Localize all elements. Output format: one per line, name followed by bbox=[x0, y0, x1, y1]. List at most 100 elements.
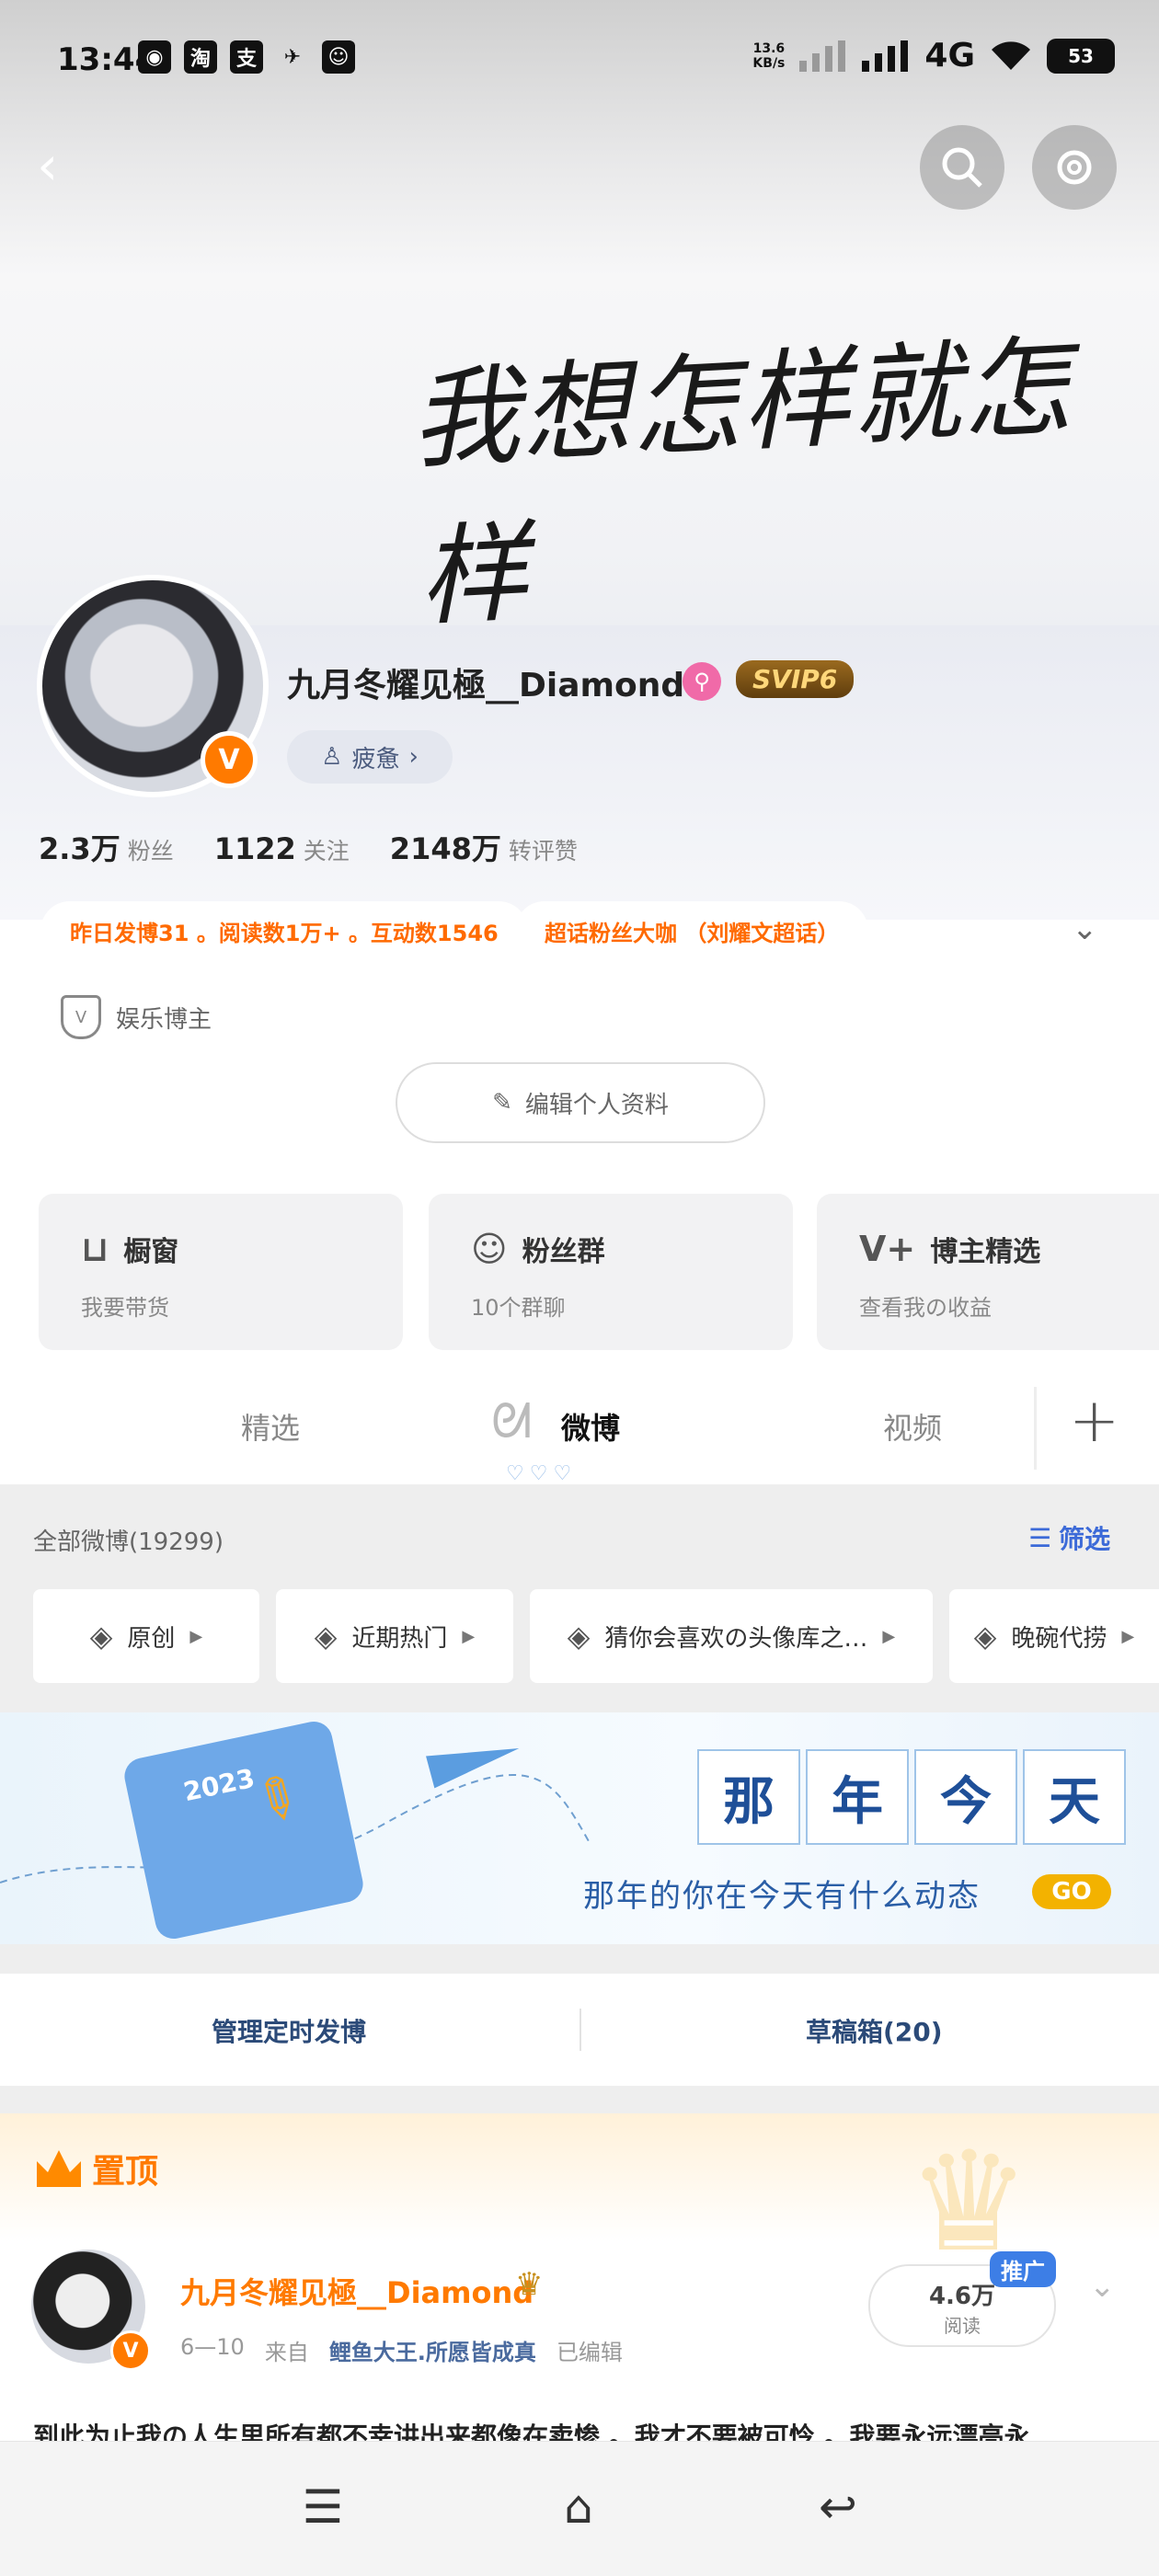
chip-label: 近期热门 bbox=[351, 1624, 448, 1653]
chip-label: 原创 bbox=[127, 1624, 176, 1653]
play-arrow-icon: ▶ bbox=[462, 1626, 476, 1646]
card-subtitle: 查看我の收益 bbox=[859, 1295, 992, 1321]
filter-chip-trending[interactable]: ◈ 近期热门 ▶ bbox=[276, 1589, 513, 1683]
search-button[interactable] bbox=[920, 125, 1004, 210]
chevron-down-icon[interactable]: ⌄ bbox=[1089, 2268, 1116, 2305]
status-bar: 13:44 ◉ 淘 支 ✈ ☺ 13.6 KB/s 4G 53 bbox=[0, 0, 1159, 129]
net-speed-value: 13.6 bbox=[752, 40, 786, 56]
chevron-down-icon[interactable]: ⌄ bbox=[1072, 910, 1098, 947]
notification-icons: ◉ 淘 支 ✈ ☺ bbox=[138, 40, 355, 74]
card-subtitle: 10个群聊 bbox=[471, 1295, 566, 1321]
edit-profile-label: 编辑个人资料 bbox=[524, 1091, 669, 1119]
showcase-card[interactable]: ⊔ 橱窗 我要带货 bbox=[39, 1194, 403, 1350]
tab-featured[interactable]: 精选 bbox=[241, 1405, 300, 1448]
layers-icon: ◈ bbox=[567, 1619, 591, 1654]
verified-badge: V bbox=[201, 731, 258, 788]
vip-crown-icon: ♛ bbox=[515, 2266, 544, 2303]
membership-icon[interactable]: ⚲ bbox=[683, 662, 721, 701]
stat-value: 1122 bbox=[213, 831, 296, 866]
svip-badge[interactable]: SVIP6 bbox=[736, 660, 855, 698]
settings-button[interactable] bbox=[1032, 125, 1117, 210]
net-speed-unit: KB/s bbox=[752, 55, 786, 71]
system-status: 13.6 KB/s 4G 53 bbox=[752, 37, 1115, 74]
card-title: 橱窗 bbox=[123, 1236, 179, 1268]
back-icon[interactable]: ↩ bbox=[806, 2475, 870, 2539]
chevron-right-icon: › bbox=[408, 743, 419, 771]
stat-interactions[interactable]: 2148万 转评赞 bbox=[390, 826, 578, 868]
profile-tabs: 精选 微博 ᘛ ♡ ♡ ♡ 视频 + bbox=[0, 1370, 1159, 1485]
play-arrow-icon: ▶ bbox=[189, 1626, 203, 1646]
go-button[interactable]: GO bbox=[1032, 1874, 1111, 1909]
stat-label: 转评赞 bbox=[508, 838, 578, 864]
superfan-tag[interactable]: 超话粉丝大咖 （刘耀文超话） bbox=[515, 901, 869, 960]
banner-title: 那 年 今 天 bbox=[697, 1749, 1126, 1845]
play-arrow-icon: ▶ bbox=[882, 1626, 896, 1646]
activity-tag[interactable]: 昨日发博31 。阅读数1万+ 。互动数1546 bbox=[40, 901, 528, 960]
weibo-notification-icon: ◉ bbox=[138, 40, 171, 74]
read-count-label: 阅读 bbox=[944, 2315, 981, 2337]
banner-title-char: 天 bbox=[1023, 1749, 1126, 1845]
scheduled-posts-button[interactable]: 管理定时发博 bbox=[212, 2012, 366, 2049]
post-from-label: 来自 bbox=[264, 2340, 309, 2365]
pinned-label-text: 置顶 bbox=[92, 2153, 159, 2191]
post-edited: 已编辑 bbox=[556, 2340, 623, 2365]
shield-icon: V bbox=[61, 995, 101, 1039]
filter-chip-avatar-collection[interactable]: ◈ 猜你会喜欢の头像库之… ▶ bbox=[530, 1589, 933, 1683]
mood-label: 疲惫 bbox=[351, 745, 400, 773]
stat-following[interactable]: 1122 关注 bbox=[214, 831, 350, 866]
edit-profile-button[interactable]: ✎ 编辑个人资料 bbox=[396, 1062, 765, 1143]
bird-notification-icon: ✈ bbox=[283, 45, 302, 69]
layers-icon: ◈ bbox=[973, 1619, 997, 1654]
home-icon[interactable]: ⌂ bbox=[546, 2475, 611, 2539]
layers-icon: ◈ bbox=[89, 1619, 113, 1654]
filter-button[interactable]: ☰ 筛选 bbox=[1028, 1519, 1110, 1556]
memories-banner[interactable]: 2023 ✎ 那 年 今 天 那年的你在今天有什么动态 GO bbox=[0, 1712, 1159, 1944]
chip-label: 晚碗代捞 bbox=[1011, 1624, 1107, 1653]
card-title: 粉丝群 bbox=[522, 1236, 605, 1268]
tab-weibo[interactable]: 微博 bbox=[561, 1405, 620, 1448]
wifi-icon bbox=[992, 40, 1030, 70]
taobao-notification-icon: 淘 bbox=[184, 40, 217, 74]
stat-followers[interactable]: 2.3万 粉丝 bbox=[39, 826, 174, 868]
pinned-post[interactable]: 置顶 ♛ V 九月冬耀见極__Diamond ♛ 6—10 来自 鲤鱼大王.所愿… bbox=[0, 2113, 1159, 2452]
bunny-icon: ᘛ bbox=[491, 1394, 533, 1449]
calendar-year: 2023 bbox=[180, 1762, 258, 1808]
search-icon bbox=[942, 147, 982, 188]
chip-label: 猜你会喜欢の头像库之… bbox=[604, 1624, 868, 1653]
blogger-picks-card[interactable]: V+ 博主精选 查看我の收益 bbox=[817, 1194, 1159, 1350]
gear-icon bbox=[1057, 150, 1092, 185]
blogger-category[interactable]: V 娱乐博主 bbox=[61, 995, 212, 1039]
all-posts-count: 全部微博(19299) bbox=[33, 1528, 224, 1556]
post-date: 6—10 bbox=[180, 2334, 245, 2360]
pencil-icon: ✎ bbox=[492, 1089, 512, 1116]
menu-icon[interactable]: ☰ bbox=[291, 2475, 355, 2539]
layers-icon: ◈ bbox=[314, 1619, 338, 1654]
filter-chip-pickup[interactable]: ◈ 晚碗代捞 ▶ bbox=[949, 1589, 1159, 1683]
signal-icon-2 bbox=[862, 40, 909, 72]
back-button[interactable]: ‹ bbox=[37, 138, 92, 193]
stat-value: 2148万 bbox=[389, 831, 501, 866]
banner-subtitle: 那年的你在今天有什么动态 bbox=[583, 1878, 981, 1915]
filter-icon: ☰ bbox=[1028, 1522, 1052, 1553]
verified-badge: V bbox=[110, 2330, 151, 2371]
card-subtitle: 我要带货 bbox=[81, 1295, 169, 1321]
post-source[interactable]: 鲤鱼大王.所愿皆成真 bbox=[329, 2334, 536, 2366]
drafts-button[interactable]: 草稿箱(20) bbox=[806, 2012, 943, 2049]
post-author[interactable]: 九月冬耀见極__Diamond bbox=[180, 2270, 534, 2312]
stat-label: 粉丝 bbox=[127, 838, 174, 864]
banner-title-char: 年 bbox=[806, 1749, 909, 1845]
mood-status-chip[interactable]: ♙ 疲惫 › bbox=[287, 730, 453, 784]
signal-icon bbox=[799, 40, 846, 72]
stat-value: 2.3万 bbox=[39, 831, 120, 866]
fan-group-card[interactable]: ☺ 粉丝群 10个群聊 bbox=[429, 1194, 793, 1350]
card-title: 博主精选 bbox=[930, 1236, 1041, 1268]
tab-video[interactable]: 视频 bbox=[883, 1405, 942, 1448]
filter-chip-original[interactable]: ◈ 原创 ▶ bbox=[33, 1589, 259, 1683]
add-tab-button[interactable]: + bbox=[1069, 1385, 1119, 1456]
promote-tag[interactable]: 推广 bbox=[990, 2251, 1056, 2287]
post-meta: 6—10 来自 鲤鱼大王.所愿皆成真 已编辑 bbox=[180, 2334, 623, 2366]
net-speed: 13.6 KB/s bbox=[752, 41, 785, 71]
cover-banner-text: 我想怎样就怎样 bbox=[407, 322, 1076, 641]
tab-divider bbox=[1034, 1387, 1037, 1470]
bag-icon: ⊔ bbox=[81, 1229, 109, 1269]
